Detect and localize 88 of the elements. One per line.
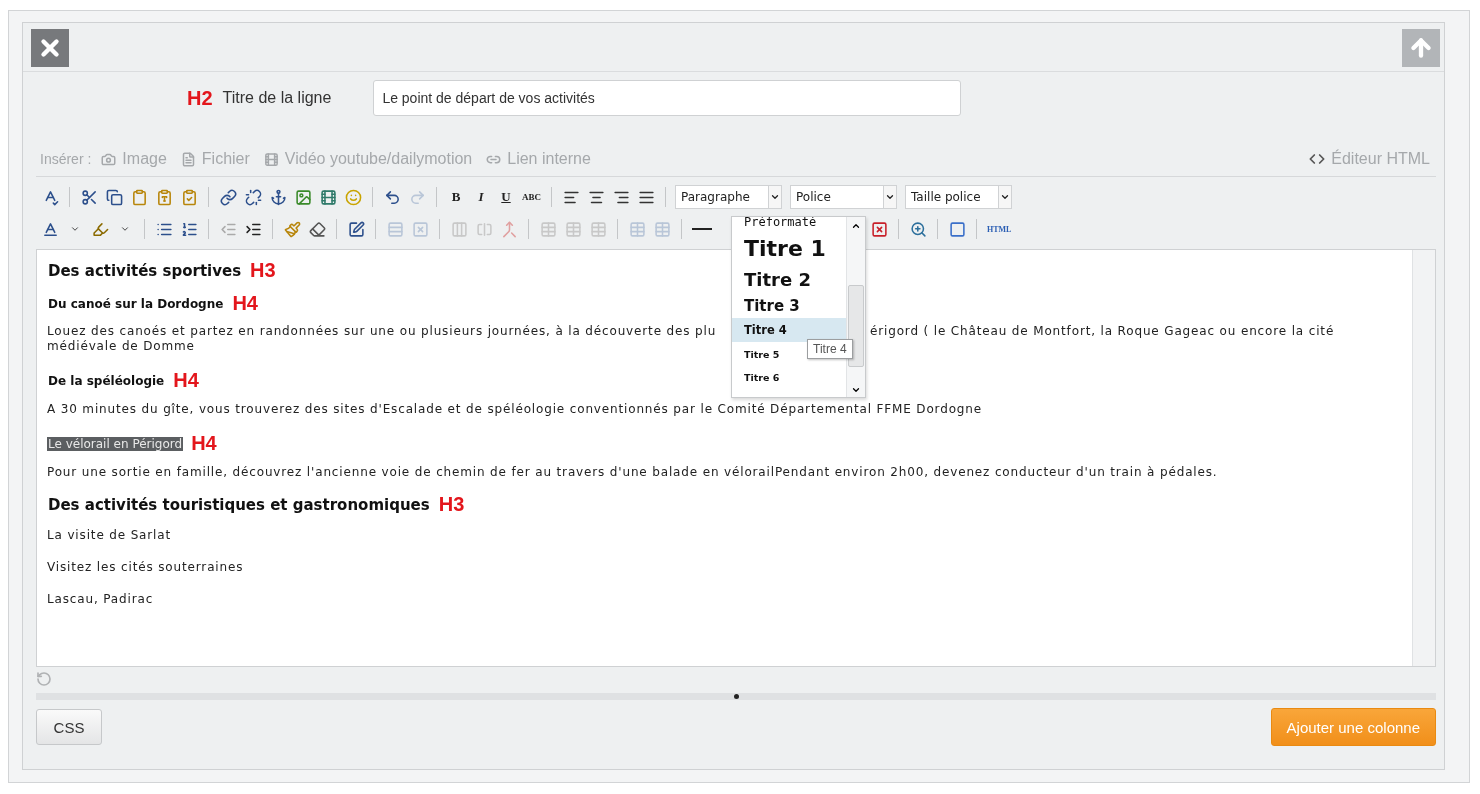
- format-button[interactable]: ABC: [521, 186, 542, 208]
- format-option[interactable]: Titre 4: [732, 318, 846, 342]
- heading-level-label: H3: [250, 259, 276, 282]
- caret-icon: [770, 192, 780, 202]
- heading-level-label: H2: [187, 86, 213, 110]
- link-icon: [219, 188, 237, 206]
- file-icon: [180, 151, 196, 167]
- caret-icon: [885, 192, 895, 202]
- table-icon: [653, 220, 671, 238]
- scroll-thumb[interactable]: [848, 285, 864, 367]
- clipboard-icon: [130, 188, 148, 206]
- scrollbar[interactable]: [846, 217, 865, 397]
- film-icon: [319, 188, 337, 206]
- paragraph-text: La visite de Sarlat: [47, 528, 172, 543]
- resize-handle[interactable]: [36, 693, 1436, 700]
- paragraph-text: A 30 minutes du gîte, vous trouverez des sites d'Escalade et de spéléologie conventionnés par le Comité Départemental FFME Dordogne: [47, 402, 982, 417]
- format-option[interactable]: Titre 2: [732, 265, 846, 293]
- clipboard-text-icon: [155, 188, 173, 206]
- remove-format-icon: [870, 220, 888, 238]
- highlight-icon: [91, 220, 109, 238]
- tooltip: Titre 4: [807, 339, 853, 359]
- format-option[interactable]: Titre 1: [732, 231, 846, 265]
- table-edit-icon: [347, 220, 365, 238]
- font-color-icon: [41, 220, 59, 238]
- format-option[interactable]: Titre 3: [732, 293, 846, 318]
- split-cell-icon: [475, 220, 493, 238]
- heading-text: Le vélorail en Périgord: [47, 436, 184, 451]
- column-icon: [450, 220, 468, 238]
- heading-level-label: H4: [173, 369, 199, 392]
- scroll-up-icon: [851, 221, 861, 231]
- redo-icon: [408, 188, 426, 206]
- caret-icon: [70, 224, 80, 234]
- scissors-icon: [80, 188, 98, 206]
- html-button[interactable]: HTML: [986, 218, 1013, 240]
- heading-level-label: H3: [438, 493, 465, 516]
- fullscreen-icon: [948, 220, 966, 238]
- paragraph-text: Pour une sortie en famille, découvrez l'ancienne voie de chemin de fer au travers d'une balade en vélorailPendant environ 2h00, devenez conducteur d'un train à pédales.: [47, 465, 1218, 480]
- dropdown-select[interactable]: Police: [790, 185, 897, 209]
- heading-text: Des activités touristiques et gastronomiques: [47, 495, 431, 514]
- paragraph-text: Lascau, Padirac: [47, 592, 154, 607]
- arrow-up-icon: [1408, 35, 1434, 61]
- code-icon: [1309, 151, 1326, 167]
- dropdown-select[interactable]: Paragraphe: [675, 185, 782, 209]
- heading-text: De la spéléologie: [47, 373, 166, 388]
- film-icon: [263, 151, 279, 167]
- row-icon: [386, 220, 404, 238]
- heading-level-label: H4: [191, 432, 217, 455]
- format-option[interactable]: Préformaté: [732, 217, 846, 231]
- camera-icon: [101, 151, 117, 167]
- merge-icon: [500, 220, 518, 238]
- preview-icon: [909, 220, 927, 238]
- anchor-icon: [269, 188, 287, 206]
- unlink-icon: [244, 188, 262, 206]
- format-button[interactable]: B: [446, 186, 466, 208]
- paragraph-text: érigord ( le Château de Montfort, la Roque Gageac ou encore la cité: [870, 324, 1335, 339]
- css-button[interactable]: CSS: [36, 709, 102, 745]
- field-label: Titre de la ligne: [222, 89, 332, 107]
- table-icon: [589, 220, 607, 238]
- heading-text: Du canoé sur la Dordogne: [47, 296, 225, 311]
- clipboard-check-icon: [180, 188, 198, 206]
- format-button[interactable]: I: [471, 186, 491, 208]
- undo-icon: [383, 188, 401, 206]
- image-icon: [294, 188, 312, 206]
- smiley-icon: [344, 188, 362, 206]
- caret-icon: [120, 224, 130, 234]
- table-icon: [628, 220, 646, 238]
- scroll-down-icon: [851, 385, 861, 395]
- format-option[interactable]: Titre 6: [732, 366, 846, 388]
- copy-icon: [105, 188, 123, 206]
- format-button[interactable]: U: [496, 186, 516, 208]
- paragraph-text: Visitez les cités souterraines: [47, 560, 244, 575]
- caret-icon: [1000, 192, 1010, 202]
- brush-icon: [283, 220, 301, 238]
- table-icon: [564, 220, 582, 238]
- close-button[interactable]: [31, 29, 69, 67]
- heading-text: Des activités sportives: [47, 261, 243, 280]
- eraser-icon: [308, 220, 326, 238]
- move-up-button[interactable]: [1402, 29, 1440, 67]
- table-icon: [539, 220, 557, 238]
- delete-cell-icon: [411, 220, 429, 238]
- paragraph-text: médiévale de Domme: [47, 339, 195, 354]
- title-input[interactable]: Le point de départ de vos activités: [373, 80, 962, 116]
- numbered-list-icon: [180, 220, 198, 238]
- heading-level-label: H4: [232, 292, 258, 315]
- horizontal-rule-icon: [692, 228, 712, 230]
- paragraph-text: Louez des canoés et partez en randonnées sur une ou plusieurs journées, à la découverte des plu: [47, 324, 718, 339]
- insert-label: Insérer :: [40, 151, 92, 167]
- dropdown-select[interactable]: Taille police: [905, 185, 1012, 209]
